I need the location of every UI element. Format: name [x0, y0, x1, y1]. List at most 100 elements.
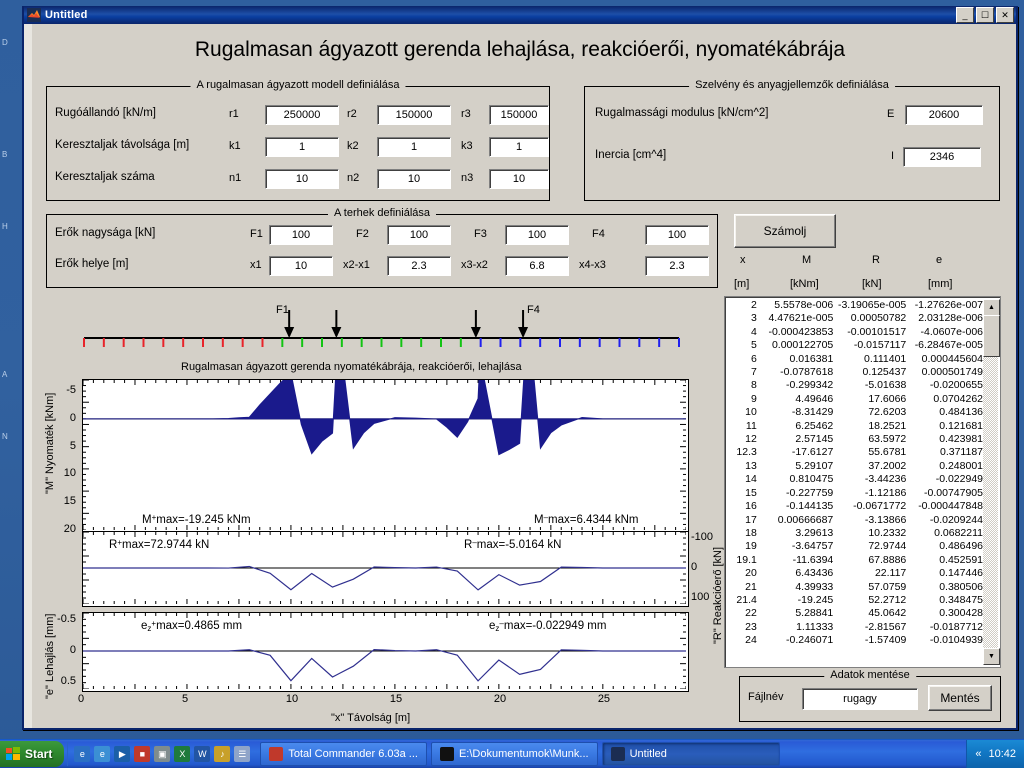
scroll-down-button[interactable]: ▼ — [983, 648, 1000, 665]
cell-e: 0.423981 — [939, 433, 983, 446]
cell-x: 18 — [745, 526, 757, 539]
table-row[interactable]: 8 -0.299342 -5.01638 -0.0200655 — [727, 379, 983, 392]
cell-x: 14 — [745, 473, 757, 486]
cell-x: 20 — [745, 567, 757, 580]
notepad-icon[interactable]: ☰ — [234, 746, 251, 762]
cell-x: 19 — [745, 540, 757, 553]
table-row[interactable]: 21 4.39933 57.0759 0.380506 — [727, 581, 983, 594]
table-row[interactable]: 19 -3.64757 72.9744 0.486496 — [727, 540, 983, 553]
cell-e: 0.371187 — [939, 446, 983, 459]
y-tick-label: 0 — [69, 644, 76, 656]
maximize-button[interactable]: ☐ — [976, 7, 994, 23]
field-name-E: E — [887, 108, 895, 120]
table-row[interactable]: 12 2.57145 63.5972 0.423981 — [727, 433, 983, 446]
windows-flag-icon — [6, 747, 21, 761]
cell-M: 3.29613 — [795, 526, 834, 539]
save-icon[interactable]: ■ — [134, 746, 151, 762]
cell-x: 5 — [750, 339, 757, 352]
cell-x: 10 — [745, 406, 757, 419]
charts-title: Rugalmasan ágyazott gerenda nyomatékábrá… — [181, 361, 522, 373]
window-client-area: Rugalmasan ágyazott gerenda lehajlása, r… — [24, 24, 1016, 728]
annotation-mplus: M+max=-19.245 kNm — [142, 513, 251, 526]
listbox-scrollbar[interactable]: ▲ ▼ — [983, 299, 1000, 665]
input-E[interactable] — [905, 105, 983, 125]
table-row[interactable]: 22 5.28841 45.0642 0.300428 — [727, 607, 983, 620]
taskbar-button[interactable]: Untitled — [601, 742, 780, 766]
table-row[interactable]: 14 0.810475 -3.44236 -0.022949 — [727, 473, 983, 486]
cell-M: 4.39933 — [795, 580, 834, 593]
table-row[interactable]: 20 6.43436 22.117 0.147446 — [727, 567, 983, 580]
table-row[interactable]: 6 0.016381 0.111401 0.000445604 — [727, 353, 983, 366]
browser-icon[interactable]: e — [94, 746, 111, 762]
minimize-button[interactable]: _ — [956, 7, 974, 23]
cell-e: 0.452591 — [939, 553, 983, 566]
table-row[interactable]: 4 -0.000423853 -0.00101517 -4.0607e-006 — [727, 326, 983, 339]
cell-R: 45.0642 — [868, 607, 907, 620]
taskbar-button[interactable]: E:\Dokumentumok\Munk... — [430, 742, 598, 766]
close-button[interactable]: ✕ — [996, 7, 1014, 23]
start-button[interactable]: Start — [0, 741, 65, 767]
input-I[interactable] — [903, 147, 981, 167]
cell-e: 0.348475 — [939, 593, 983, 606]
table-row[interactable]: 9 4.49646 17.6066 0.0704262 — [727, 393, 983, 406]
cell-M: 4.47621e-005 — [768, 312, 834, 325]
quick-launch-bar[interactable]: e e ▶ ■ ▣ X W ♪ ☰ — [67, 742, 256, 766]
table-row[interactable]: 11 6.25462 18.2521 0.121681 — [727, 420, 983, 433]
annotation-rplus: R+max=72.9744 kN — [109, 538, 210, 551]
cell-e: 0.147446 — [939, 567, 983, 580]
window-title: Untitled — [45, 9, 88, 21]
ie-icon[interactable]: e — [74, 746, 91, 762]
cell-e: -0.0200655 — [929, 379, 983, 392]
matlab-icon — [27, 8, 41, 22]
table-row[interactable]: 18 3.29613 10.2332 0.0682211 — [727, 527, 983, 540]
cell-e: -0.000447848 — [918, 500, 983, 513]
scrollbar-thumb[interactable] — [983, 315, 1000, 357]
table-row[interactable]: 2 5.5578e-006 -3.19065e-005 -1.27626e-007 — [727, 299, 983, 312]
axis-label-deflection: "e" Lehajlás [mm] — [44, 613, 56, 699]
scrollbar-trough[interactable] — [983, 314, 998, 650]
table-row[interactable]: 5 0.000122705 -0.0157117 -6.28467e-005 — [727, 339, 983, 352]
table-row[interactable]: 21.4 -19.245 52.2712 0.348475 — [727, 594, 983, 607]
winamp-icon[interactable]: ♪ — [214, 746, 231, 762]
clock[interactable]: 10:42 — [988, 748, 1016, 760]
cell-x: 4 — [750, 325, 757, 338]
save-button[interactable]: Mentés — [928, 685, 992, 711]
tray-expand-icon[interactable]: « — [975, 748, 981, 760]
input-filename[interactable] — [802, 688, 918, 710]
compute-button[interactable]: Számolj — [734, 214, 836, 248]
y-tick-label: 0 — [69, 411, 76, 424]
table-row[interactable]: 13 5.29107 37.2002 0.248001 — [727, 460, 983, 473]
x-tick-label: 10 — [285, 693, 299, 705]
beam-diagram — [79, 296, 689, 358]
table-row[interactable]: 10 -8.31429 72.6203 0.484136 — [727, 406, 983, 419]
table-row[interactable]: 23 1.11333 -2.81567 -0.0187712 — [727, 621, 983, 634]
table-row[interactable]: 16 -0.144135 -0.0671772 -0.000447848 — [727, 500, 983, 513]
table-row[interactable]: 19.1 -11.6394 67.8886 0.452591 — [727, 554, 983, 567]
taskbar-button[interactable]: Total Commander 6.03a ... — [260, 742, 427, 766]
photo-icon[interactable]: ▣ — [154, 746, 171, 762]
annotation-eplus-text: max=0.4865 mm — [156, 620, 243, 632]
scroll-up-button[interactable]: ▲ — [983, 299, 1000, 316]
cell-x: 12 — [745, 433, 757, 446]
table-row[interactable]: 24 -0.246071 -1.57409 -0.0104939 — [727, 634, 983, 647]
cell-M: 0.016381 — [789, 352, 834, 365]
word-icon[interactable]: W — [194, 746, 211, 762]
excel-icon[interactable]: X — [174, 746, 191, 762]
cell-e: 0.300428 — [939, 607, 983, 620]
table-row[interactable]: 15 -0.227759 -1.12186 -0.00747905 — [727, 487, 983, 500]
cell-R: 52.2712 — [868, 593, 907, 606]
table-row[interactable]: 7 -0.0787618 0.125437 0.000501749 — [727, 366, 983, 379]
table-row[interactable]: 12.3 -17.6127 55.6781 0.371187 — [727, 446, 983, 459]
system-tray[interactable]: « 10:42 — [966, 740, 1024, 768]
table-row[interactable]: 17 0.00666687 -3.13866 -0.0209244 — [727, 514, 983, 527]
media-icon[interactable]: ▶ — [114, 746, 131, 762]
cell-x: 3 — [750, 312, 757, 325]
cell-e: 0.486496 — [939, 540, 983, 553]
cell-R: 72.6203 — [868, 406, 907, 419]
table-row[interactable]: 3 4.47621e-005 0.00050782 2.03128e-006 — [727, 312, 983, 325]
cell-e: -0.0187712 — [929, 620, 983, 633]
results-listbox[interactable]: 2 5.5578e-006 -3.19065e-005 -1.27626e-007 3 4… — [724, 296, 1001, 668]
y-tick-label: 10 — [63, 467, 76, 480]
cell-R: 57.0759 — [868, 580, 907, 593]
title-bar[interactable]: Untitled _ ☐ ✕ — [24, 6, 1016, 24]
